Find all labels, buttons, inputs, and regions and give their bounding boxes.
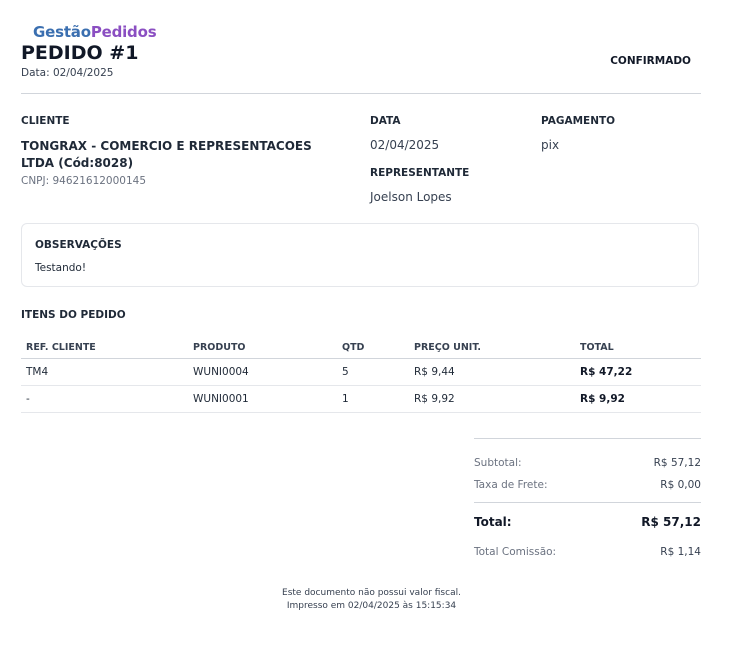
cell-product: WUNI0001 <box>188 385 337 413</box>
date-label: DATA <box>370 115 401 127</box>
column-header-total: TOTAL <box>575 336 701 359</box>
column-header-unit-price: PREÇO UNIT. <box>409 336 575 359</box>
cell-total: R$ 9,92 <box>575 385 701 413</box>
cell-unit-price: R$ 9,92 <box>409 385 575 413</box>
order-date-line: Data: 02/04/2025 <box>21 67 114 79</box>
representative-label: REPRESENTANTE <box>370 167 470 179</box>
total-label: Total: <box>474 515 512 529</box>
brand-logo: GestãoPedidos <box>33 23 157 41</box>
cell-product: WUNI0004 <box>188 358 337 386</box>
cell-ref: - <box>21 385 188 413</box>
table-row: TM4 WUNI0004 5 R$ 9,44 R$ 47,22 <box>21 358 701 386</box>
brand-logo-part1: Gestão <box>33 23 91 41</box>
column-header-qty: QTD <box>337 336 409 359</box>
freight-label: Taxa de Frete: <box>474 479 548 491</box>
footer-disclaimer: Este documento não possui valor fiscal. <box>282 588 461 598</box>
payment-value: pix <box>541 138 560 152</box>
subtotal-value: R$ 57,12 <box>653 457 701 469</box>
observations-box: OBSERVAÇÕES Testando! <box>21 223 699 287</box>
cell-total: R$ 47,22 <box>575 358 701 386</box>
observations-text: Testando! <box>35 262 87 274</box>
cell-ref: TM4 <box>21 358 188 386</box>
items-table: REF. CLIENTE PRODUTO QTD PREÇO UNIT. TOT… <box>21 336 701 413</box>
summary-divider-top <box>474 438 701 439</box>
header-divider <box>21 93 701 94</box>
footer-printed-at: Impresso em 02/04/2025 às 15:15:34 <box>286 601 457 611</box>
client-label: CLIENTE <box>21 115 70 127</box>
cell-qty: 5 <box>337 358 409 386</box>
total-value: R$ 57,12 <box>641 515 701 529</box>
commission-value: R$ 1,14 <box>660 546 701 558</box>
brand-logo-part2: Pedidos <box>90 23 157 41</box>
cell-qty: 1 <box>337 385 409 413</box>
summary-divider-bottom <box>474 502 701 503</box>
items-title: ITENS DO PEDIDO <box>21 309 126 321</box>
representative-value: Joelson Lopes <box>370 190 452 204</box>
table-row: - WUNI0001 1 R$ 9,92 R$ 9,92 <box>21 385 701 413</box>
date-value: 02/04/2025 <box>370 138 440 152</box>
freight-value: R$ 0,00 <box>660 479 701 491</box>
cell-unit-price: R$ 9,44 <box>409 358 575 386</box>
client-cnpj: CNPJ: 94621612000145 <box>21 175 147 187</box>
client-name: TONGRAX - COMERCIO E REPRESENTACOES LTDA… <box>21 139 312 170</box>
column-header-ref: REF. CLIENTE <box>21 336 188 359</box>
items-header-row: REF. CLIENTE PRODUTO QTD PREÇO UNIT. TOT… <box>21 336 701 359</box>
status-badge: CONFIRMADO <box>610 55 691 67</box>
column-header-product: PRODUTO <box>188 336 337 359</box>
commission-label: Total Comissão: <box>474 546 557 558</box>
payment-label: PAGAMENTO <box>541 115 616 127</box>
observations-label: OBSERVAÇÕES <box>35 239 122 251</box>
page-title: PEDIDO #1 <box>21 42 139 64</box>
subtotal-label: Subtotal: <box>474 457 522 469</box>
